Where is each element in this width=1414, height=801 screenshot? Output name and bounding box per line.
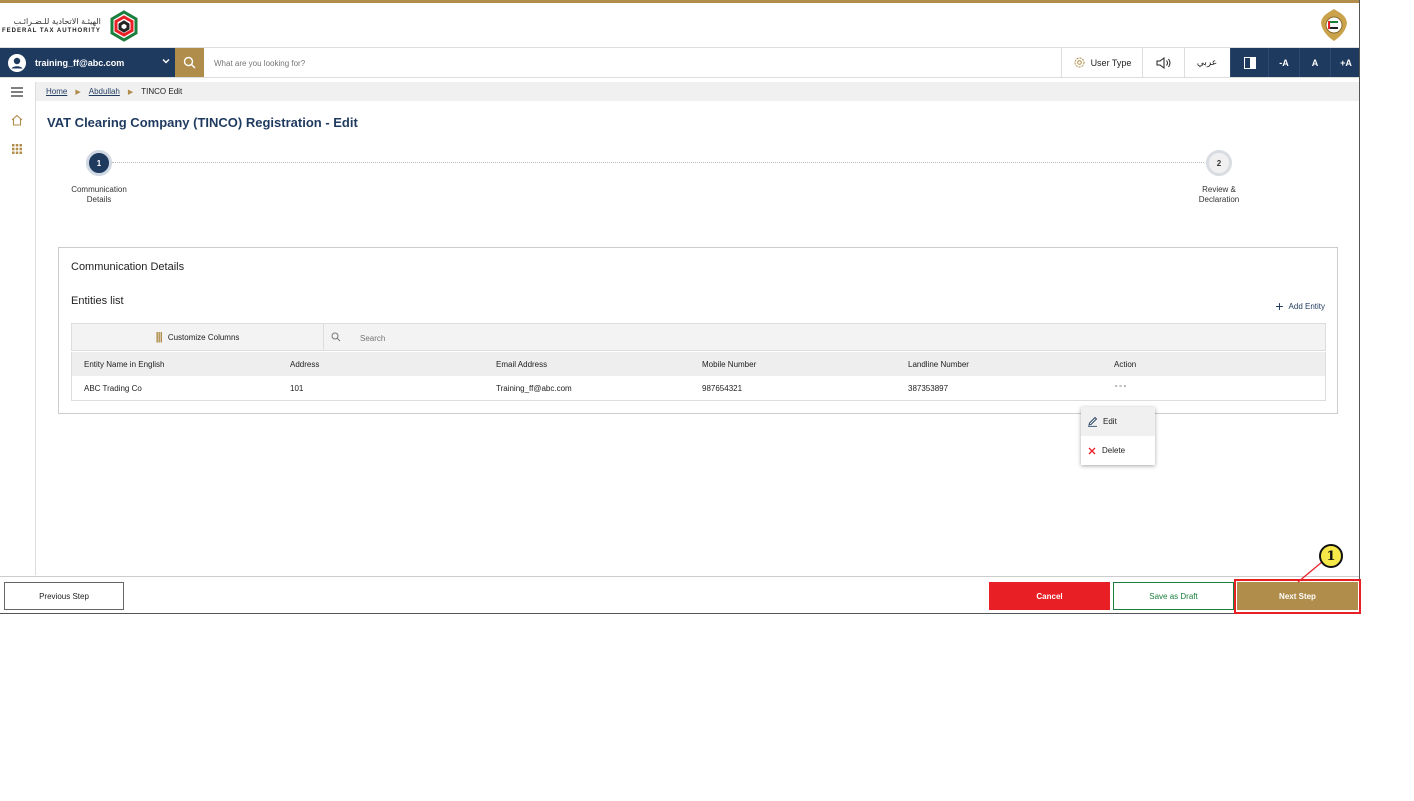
breadcrumb-separator-icon: ▶ [75,88,81,96]
home-icon[interactable] [10,113,24,127]
gear-icon [1074,57,1085,68]
table-row[interactable]: ABC Trading Co 101 Training_ff@abc.com 9… [71,376,1326,401]
column-header-email[interactable]: Email Address [496,352,547,376]
breadcrumb-abdullah-link[interactable]: Abdullah [89,87,120,96]
table-search-input[interactable] [358,327,662,349]
column-header-landline[interactable]: Landline Number [908,352,969,376]
edit-menu-item[interactable]: Edit [1081,407,1155,436]
column-header-mobile[interactable]: Mobile Number [702,352,756,376]
fta-logo-icon [110,10,138,42]
columns-icon: ||| [155,331,163,343]
contrast-toggle[interactable] [1230,48,1268,77]
global-search-input[interactable] [212,48,716,79]
screen-reader-button[interactable] [1142,48,1185,77]
step-2-label-line2: Declaration [1198,195,1240,204]
header: الهيئـة الاتحادية للـضـرائـب FEDERAL TAX… [0,3,1359,46]
fta-logo[interactable]: الهيئـة الاتحادية للـضـرائـب FEDERAL TAX… [0,6,141,46]
edit-label: Edit [1103,417,1117,426]
add-entity-button[interactable]: + Add Entity [1275,298,1325,314]
table-header-row: Entity Name in English Address Email Add… [71,352,1326,376]
delete-label: Delete [1102,446,1126,455]
step-1-label-line1: Communication [71,185,127,194]
customize-columns-button[interactable]: ||| Customize Columns [72,324,324,350]
table-toolbar: ||| Customize Columns [71,323,1326,351]
step-2-label: Review & Declaration [1178,185,1260,205]
step-1-indicator[interactable]: 1 [86,150,112,176]
cancel-button[interactable]: Cancel [989,582,1110,610]
language-toggle[interactable]: عربي [1184,48,1229,77]
cell-landline: 387353897 [908,383,949,393]
customize-columns-label: Customize Columns [167,332,240,342]
user-type-label: User Type [1090,57,1132,68]
delete-menu-item[interactable]: Delete [1081,436,1155,465]
app-window: الهيئـة الاتحادية للـضـرائـب FEDERAL TAX… [0,0,1360,614]
logo-text: الهيئـة الاتحادية للـضـرائـب FEDERAL TAX… [2,17,101,35]
cell-email: Training_ff@abc.com [496,383,572,393]
previous-step-button[interactable]: Previous Step [4,582,124,610]
step-1-label: Communication Details [58,185,140,205]
search-icon [183,56,196,69]
cell-entity-name: ABC Trading Co [84,383,142,393]
column-header-address[interactable]: Address [290,352,319,376]
font-normal-button[interactable]: A [1299,48,1330,77]
breadcrumb-home-link[interactable]: Home [46,87,67,96]
entities-list-heading: Entities list [71,295,124,307]
breadcrumb: Home ▶ Abdullah ▶ TINCO Edit [36,82,1359,101]
row-action-menu: Edit Delete [1081,407,1155,465]
user-account-menu[interactable]: training_ff@abc.com [0,48,175,77]
step-2-label-line1: Review & [1202,185,1236,194]
breadcrumb-separator-icon: ▶ [127,88,134,96]
hamburger-menu-icon[interactable] [10,85,24,99]
breadcrumb-current: TINCO Edit [141,87,183,96]
user-type-button[interactable]: User Type [1061,48,1143,77]
contrast-icon [1243,56,1256,69]
user-avatar-icon [8,53,26,72]
step-2-indicator[interactable]: 2 [1206,150,1232,176]
edit-icon [1088,416,1098,427]
logo-english-text: FEDERAL TAX AUTHORITY [2,28,101,34]
column-header-entity-name[interactable]: Entity Name in English [84,352,164,376]
user-email: training_ff@abc.com [35,57,125,68]
font-increase-button[interactable]: +A [1330,48,1359,77]
font-decrease-button[interactable]: -A [1268,48,1299,77]
sidebar [0,82,36,575]
wizard-footer: Previous Step Cancel Save as Draft Next … [0,576,1359,613]
close-icon [1088,447,1096,454]
save-as-draft-button[interactable]: Save as Draft [1113,582,1234,610]
global-search-button[interactable] [175,48,204,77]
chevron-down-icon [162,59,170,64]
logo-arabic-text: الهيئـة الاتحادية للـضـرائـب [13,17,101,26]
add-entity-label: Add Entity [1288,301,1325,311]
step-1-label-line2: Details [86,195,112,204]
next-step-highlight-box [1234,579,1361,614]
stepper-connector [112,162,1204,163]
top-navigation-bar: training_ff@abc.com User Type [0,47,1359,79]
plus-icon: + [1275,298,1284,314]
uae-emblem-icon [1321,9,1347,41]
cell-mobile: 987654321 [702,383,743,393]
apps-grid-icon[interactable] [10,142,24,156]
page-title: VAT Clearing Company (TINCO) Registratio… [47,115,358,130]
search-icon [331,332,341,342]
annotation-marker: 1 [1319,544,1343,568]
communication-details-card: Communication Details Entities list + Ad… [58,247,1338,414]
card-title: Communication Details [71,261,185,273]
column-header-action: Action [1114,359,1137,369]
cell-address: 101 [290,383,304,393]
speaker-icon [1156,56,1171,69]
row-actions-more-icon[interactable]: ∘∘∘ [1114,374,1127,398]
